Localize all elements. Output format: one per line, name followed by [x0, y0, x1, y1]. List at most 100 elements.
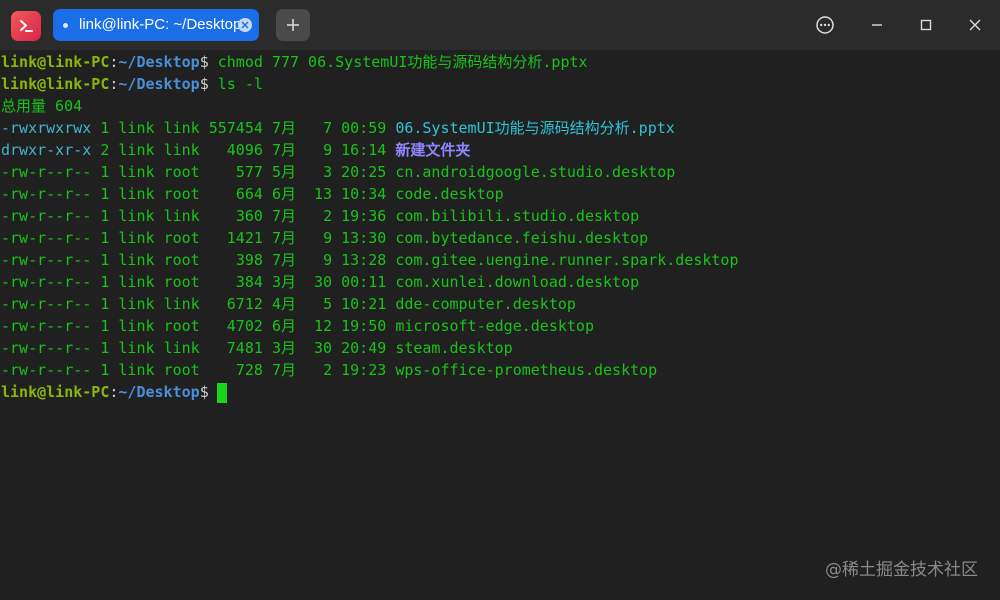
month: 7月 [271, 229, 296, 247]
time: 19:23 [341, 361, 387, 379]
link-count: 1 [100, 163, 110, 181]
listing-row: -rw-r--r-- 1 link root 664 6月 13 10:34 c… [1, 183, 504, 205]
file-name[interactable]: 06.SystemUI功能与源码结构分析.pptx [395, 119, 675, 137]
menu-button[interactable] [810, 10, 840, 40]
file-meta: 1 link root 728 7月 2 19:23 [91, 361, 386, 379]
file-name[interactable]: steam.desktop [395, 339, 512, 357]
time: 10:21 [341, 295, 387, 313]
file-name[interactable]: microsoft-edge.desktop [395, 317, 594, 335]
month: 4月 [271, 295, 296, 313]
listing-row: -rw-r--r-- 1 link link 7481 3月 30 20:49 … [1, 337, 513, 359]
link-count: 1 [100, 119, 110, 137]
prompt-user: link@link-PC [1, 75, 110, 93]
tab-title: link@link-PC: ~/Desktop [79, 16, 242, 33]
day: 12 [314, 317, 333, 335]
owner: link [118, 339, 155, 357]
group: root [163, 163, 200, 181]
listing-row: -rwxrwxrwx 1 link link 557454 7月 7 00:59… [1, 117, 675, 139]
file-name[interactable]: com.gitee.uengine.runner.spark.desktop [395, 251, 738, 269]
listing-row: -rw-r--r-- 1 link link 360 7月 2 19:36 co… [1, 205, 639, 227]
month: 6月 [271, 185, 296, 203]
group: link [163, 339, 200, 357]
day: 5 [323, 295, 333, 313]
link-count: 1 [100, 185, 110, 203]
group: link [163, 141, 200, 159]
file-name[interactable]: com.bytedance.feishu.desktop [395, 229, 648, 247]
group: root [163, 251, 200, 269]
file-name[interactable]: dde-computer.desktop [395, 295, 576, 313]
link-count: 1 [100, 339, 110, 357]
link-count: 1 [100, 251, 110, 269]
owner: link [118, 163, 155, 181]
owner: link [118, 295, 155, 313]
file-meta: 1 link link 7481 3月 30 20:49 [91, 339, 386, 357]
file-size: 360 [235, 207, 263, 225]
file-meta: 1 link root 4702 6月 12 19:50 [91, 317, 386, 335]
terminal-icon[interactable] [11, 11, 41, 41]
tab-desktop[interactable]: link@link-PC: ~/Desktop [53, 9, 259, 41]
month: 7月 [271, 207, 296, 225]
time: 20:49 [341, 339, 387, 357]
owner: link [118, 273, 155, 291]
month: 7月 [271, 119, 296, 137]
close-window-icon [969, 19, 981, 31]
maximize-button[interactable] [911, 10, 941, 40]
file-size: 728 [235, 361, 263, 379]
group: link [163, 295, 200, 313]
close-window-button[interactable] [960, 10, 990, 40]
prompt-line: link@link-PC:~/Desktop$ ls -l [1, 73, 263, 95]
prompt-dollar: $ [199, 53, 209, 71]
plus-icon [287, 19, 299, 31]
owner: link [118, 119, 155, 137]
permissions: -rw-r--r-- [1, 295, 92, 313]
prompt-dollar: $ [199, 75, 209, 93]
file-name[interactable]: com.xunlei.download.desktop [395, 273, 639, 291]
day: 9 [323, 141, 333, 159]
day: 2 [323, 361, 333, 379]
owner: link [118, 207, 155, 225]
day: 9 [323, 251, 333, 269]
prompt-line: link@link-PC:~/Desktop$ [1, 381, 227, 403]
month: 3月 [271, 339, 296, 357]
file-size: 1421 [226, 229, 263, 247]
prompt-line: link@link-PC:~/Desktop$ chmod 777 06.Sys… [1, 51, 588, 73]
time: 00:59 [341, 119, 387, 137]
link-count: 1 [100, 273, 110, 291]
prompt-dollar: $ [199, 383, 209, 401]
file-meta: 1 link link 557454 7月 7 00:59 [91, 119, 386, 137]
file-meta: 1 link root 1421 7月 9 13:30 [91, 229, 386, 247]
minimize-button[interactable] [862, 10, 892, 40]
prompt-path: ~/Desktop [118, 53, 200, 71]
owner: link [118, 361, 155, 379]
time: 13:28 [341, 251, 387, 269]
title-bar: link@link-PC: ~/Desktop [0, 0, 1000, 50]
file-size: 384 [235, 273, 263, 291]
day: 13 [314, 185, 333, 203]
directory-name[interactable]: 新建文件夹 [395, 141, 470, 159]
listing-row: -rw-r--r-- 1 link root 398 7月 9 13:28 co… [1, 249, 738, 271]
month: 7月 [271, 141, 296, 159]
month: 5月 [271, 163, 296, 181]
group: root [163, 273, 200, 291]
file-meta: 1 link root 384 3月 30 00:11 [91, 273, 386, 291]
watermark: @稀土掘金技术社区 [825, 560, 978, 580]
more-options-icon [816, 16, 834, 34]
listing-row: -rw-r--r-- 1 link root 1421 7月 9 13:30 c… [1, 227, 648, 249]
file-name[interactable]: cn.androidgoogle.studio.desktop [395, 163, 675, 181]
permissions: -rw-r--r-- [1, 163, 92, 181]
file-name[interactable]: wps-office-prometheus.desktop [395, 361, 657, 379]
close-icon[interactable] [238, 18, 252, 32]
file-size: 4096 [226, 141, 263, 159]
time: 00:11 [341, 273, 387, 291]
permissions: -rw-r--r-- [1, 185, 92, 203]
file-name[interactable]: com.bilibili.studio.desktop [395, 207, 639, 225]
group: root [163, 185, 200, 203]
terminal-output[interactable]: link@link-PC:~/Desktop$ chmod 777 06.Sys… [0, 50, 1000, 600]
file-meta: 1 link root 577 5月 3 20:25 [91, 163, 386, 181]
new-tab-button[interactable] [276, 9, 310, 41]
link-count: 1 [100, 361, 110, 379]
permissions: -rw-r--r-- [1, 339, 92, 357]
file-name[interactable]: code.desktop [395, 185, 503, 203]
listing-row: -rw-r--r-- 1 link root 728 7月 2 19:23 wp… [1, 359, 657, 381]
command-text: chmod 777 06.SystemUI功能与源码结构分析.pptx [217, 53, 588, 71]
